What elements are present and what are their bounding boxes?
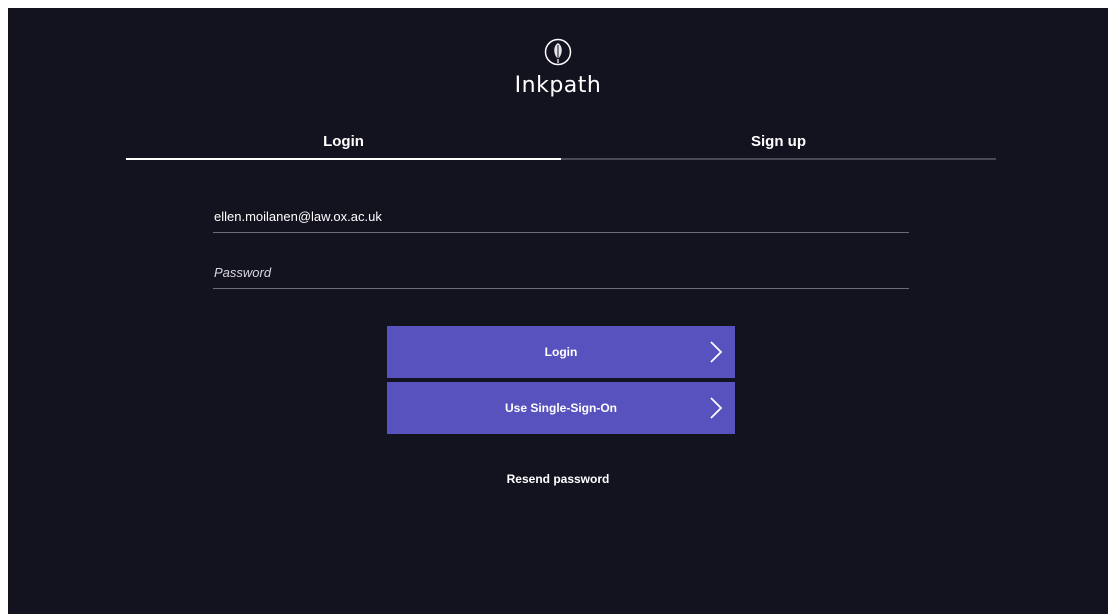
sso-button-label: Use Single-Sign-On <box>504 401 617 415</box>
resend-password-link[interactable]: Resend password <box>8 472 1108 486</box>
password-field-container <box>213 258 910 289</box>
tab-login[interactable]: Login <box>126 128 561 160</box>
login-button-label: Login <box>544 345 578 359</box>
chevron-right-icon <box>710 341 723 363</box>
tab-sign-up[interactable]: Sign up <box>561 128 996 160</box>
auth-tabs: Login Sign up <box>126 128 996 160</box>
login-button[interactable]: Login <box>387 326 735 378</box>
brand-logo: Inkpath <box>8 38 1108 98</box>
email-field[interactable] <box>213 202 910 230</box>
feather-icon <box>544 38 572 66</box>
chevron-right-icon <box>710 397 723 419</box>
brand-name: Inkpath <box>514 73 602 98</box>
email-field-container <box>213 202 910 233</box>
single-sign-on-button[interactable]: Use Single-Sign-On <box>387 382 735 434</box>
login-screen: Inkpath Login Sign up Login Use Single-S… <box>8 8 1108 614</box>
password-field[interactable] <box>213 258 910 286</box>
